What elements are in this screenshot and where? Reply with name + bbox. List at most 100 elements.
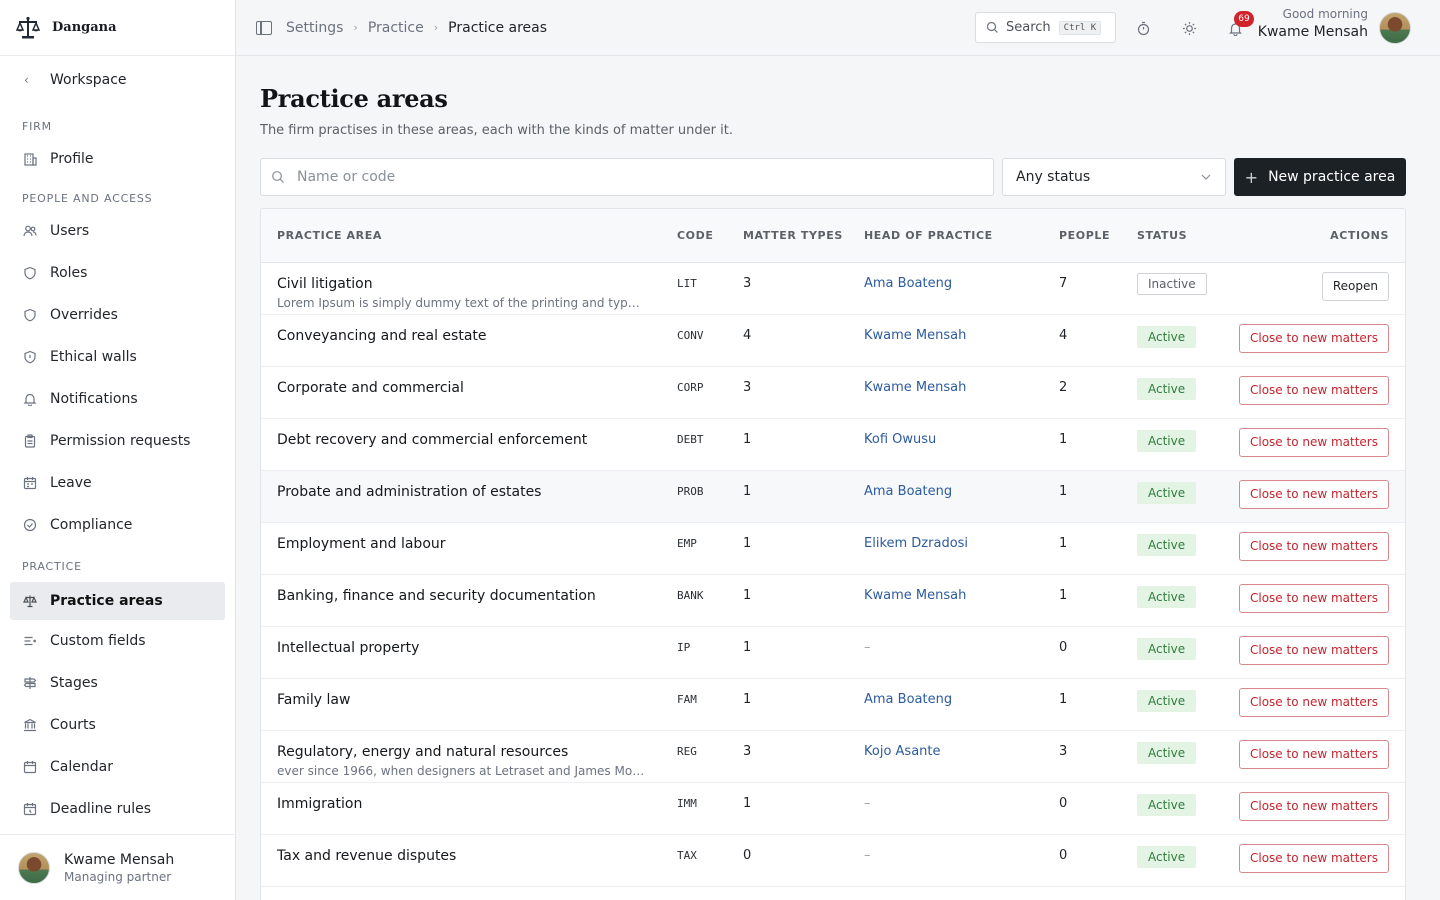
head-of-practice-link[interactable]: Kwame Mensah xyxy=(864,328,966,343)
cell-code: BANK xyxy=(677,574,743,627)
sidebar-item-ethical-walls[interactable]: Ethical walls xyxy=(10,336,225,378)
table-row[interactable]: Immigration IMM 1– 0 Active Close to new matt… xyxy=(261,782,1405,835)
table-body: Civil litigation Lorem Ipsum is simply du… xyxy=(261,262,1405,887)
sidebar-item-profile[interactable]: Profile xyxy=(10,138,225,180)
brand[interactable]: Dangana xyxy=(0,0,235,56)
sidebar-item-notifications[interactable]: Notifications xyxy=(10,378,225,420)
close-to-new-matters-button[interactable]: Close to new matters xyxy=(1238,531,1389,561)
status-badge: Active xyxy=(1137,845,1197,868)
status-filter-select[interactable]: Any status xyxy=(1002,158,1226,196)
table-row[interactable]: Tax and revenue disputes TAX 0–0 Active Clos… xyxy=(261,834,1405,887)
sidebar-item-users[interactable]: Users xyxy=(10,210,225,252)
table-row[interactable]: Banking, finance and security documentat… xyxy=(261,574,1405,627)
cell-matter-types: 1 xyxy=(743,678,864,731)
sidebar-item-deadline-rules[interactable]: Deadline rules xyxy=(10,788,225,830)
column-header-matter-types[interactable]: MATTER TYPES xyxy=(743,209,864,263)
close-to-new-matters-button[interactable]: Close to new matters xyxy=(1238,479,1389,509)
column-header-practice-area[interactable]: PRACTICE AREA xyxy=(261,209,677,263)
breadcrumb-settings[interactable]: Settings xyxy=(286,20,343,36)
table-row[interactable]: Employment and labour EMP 1 Elikem Dzradosi… xyxy=(261,522,1405,575)
cell-status: Inactive xyxy=(1137,262,1237,315)
timer-icon[interactable] xyxy=(1134,19,1152,37)
sidebar-item-label: Permission requests xyxy=(50,433,191,449)
notifications-bell-icon[interactable]: 69 xyxy=(1226,11,1254,37)
practice-area-name[interactable]: Immigration xyxy=(277,796,677,812)
table-row[interactable]: Corporate and commercial CORP 3 Kwame Mensa… xyxy=(261,366,1405,419)
sidebar-item-stages[interactable]: Stages xyxy=(10,662,225,704)
practice-area-name[interactable]: Banking, finance and security documentat… xyxy=(277,588,677,604)
sun-icon[interactable] xyxy=(1180,19,1198,37)
practice-area-name[interactable]: Employment and labour xyxy=(277,536,677,552)
head-of-practice-link[interactable]: Elikem Dzradosi xyxy=(864,536,968,551)
table-row[interactable]: Regulatory, energy and natural resources… xyxy=(261,730,1405,783)
practice-area-name[interactable]: Family law xyxy=(277,692,677,708)
building-icon xyxy=(22,151,38,167)
global-search-button[interactable]: Search Ctrl K xyxy=(975,12,1116,43)
cell-people: 1 xyxy=(1059,418,1137,471)
status-badge: Inactive xyxy=(1137,272,1207,295)
sidebar-item-overrides[interactable]: Overrides xyxy=(10,294,225,336)
column-header-code[interactable]: CODE xyxy=(677,209,743,263)
sidebar-toggle-icon[interactable] xyxy=(256,20,272,35)
cell-practice-area: Banking, finance and security documentat… xyxy=(261,574,677,627)
cell-head-of-practice: Ama Boateng xyxy=(864,262,1059,315)
table-row[interactable]: Family law FAM 1 Ama Boateng 1 Active Close to… xyxy=(261,678,1405,731)
practice-area-name[interactable]: Tax and revenue disputes xyxy=(277,848,677,864)
sidebar-item-compliance[interactable]: Compliance xyxy=(10,504,225,546)
head-of-practice-link[interactable]: Kwame Mensah xyxy=(864,380,966,395)
practice-area-name[interactable]: Conveyancing and real estate xyxy=(277,328,677,344)
reopen-button[interactable]: Reopen xyxy=(1321,271,1389,301)
table-row[interactable]: Intellectual property IP 1– 0 Active Close to… xyxy=(261,626,1405,679)
sidebar-user-card[interactable]: Kwame Mensah Managing partner xyxy=(0,834,235,900)
column-header-status[interactable]: STATUS xyxy=(1137,209,1237,263)
table-row[interactable]: Conveyancing and real estate CONV 4 Kwame M… xyxy=(261,314,1405,367)
close-to-new-matters-button[interactable]: Close to new matters xyxy=(1238,635,1389,665)
sidebar-item-custom-fields[interactable]: Custom fields xyxy=(10,620,225,662)
cell-people: 1 xyxy=(1059,678,1137,731)
close-to-new-matters-button[interactable]: Close to new matters xyxy=(1238,427,1389,457)
practice-area-name[interactable]: Probate and administration of estates xyxy=(277,484,677,500)
head-of-practice-link[interactable]: Ama Boateng xyxy=(864,692,952,707)
cell-head-of-practice: Ama Boateng xyxy=(864,470,1059,523)
close-to-new-matters-button[interactable]: Close to new matters xyxy=(1238,323,1389,353)
empty-value: – xyxy=(864,795,871,811)
new-practice-area-button[interactable]: + New practice area xyxy=(1234,158,1406,196)
cell-practice-area: Regulatory, energy and natural resources… xyxy=(261,730,677,783)
sidebar-item-permission-requests[interactable]: Permission requests xyxy=(10,420,225,462)
table-row[interactable]: Civil litigation Lorem Ipsum is simply du… xyxy=(261,262,1405,315)
sidebar-item-courts[interactable]: Courts xyxy=(10,704,225,746)
cell-matter-types: 3 xyxy=(743,366,864,419)
practice-area-name[interactable]: Intellectual property xyxy=(277,640,677,656)
sidebar-item-calendar[interactable]: Calendar xyxy=(10,746,225,788)
status-badge: Active xyxy=(1137,793,1197,816)
back-to-workspace-link[interactable]: ‹ Workspace xyxy=(0,56,235,104)
practice-area-name[interactable]: Debt recovery and commercial enforcement xyxy=(277,432,677,448)
head-of-practice-link[interactable]: Ama Boateng xyxy=(864,484,952,499)
cell-matter-types: 1 xyxy=(743,522,864,575)
check-circle-icon xyxy=(22,517,38,533)
head-of-practice-link[interactable]: Ama Boateng xyxy=(864,276,952,291)
sidebar-item-practice-areas[interactable]: Practice areas xyxy=(10,582,225,620)
search-input[interactable] xyxy=(297,169,957,185)
head-of-practice-link[interactable]: Kojo Asante xyxy=(864,744,941,759)
practice-area-name[interactable]: Corporate and commercial xyxy=(277,380,677,396)
table-row[interactable]: Debt recovery and commercial enforcement… xyxy=(261,418,1405,471)
close-to-new-matters-button[interactable]: Close to new matters xyxy=(1238,791,1389,821)
sidebar-item-leave[interactable]: Leave xyxy=(10,462,225,504)
head-of-practice-link[interactable]: Kofi Owusu xyxy=(864,432,936,447)
breadcrumb-practice[interactable]: Practice xyxy=(368,20,424,36)
close-to-new-matters-button[interactable]: Close to new matters xyxy=(1238,375,1389,405)
avatar[interactable] xyxy=(1379,12,1411,44)
search-shortcut: Ctrl K xyxy=(1058,20,1102,35)
close-to-new-matters-button[interactable]: Close to new matters xyxy=(1238,687,1389,717)
close-to-new-matters-button[interactable]: Close to new matters xyxy=(1238,843,1389,873)
head-of-practice-link[interactable]: Kwame Mensah xyxy=(864,588,966,603)
practice-area-name[interactable]: Civil litigation xyxy=(277,276,677,292)
column-header-people[interactable]: PEOPLE xyxy=(1059,209,1137,263)
close-to-new-matters-button[interactable]: Close to new matters xyxy=(1238,583,1389,613)
column-header-head-of-practice[interactable]: HEAD OF PRACTICE xyxy=(864,209,1059,263)
practice-area-name[interactable]: Regulatory, energy and natural resources xyxy=(277,744,677,760)
close-to-new-matters-button[interactable]: Close to new matters xyxy=(1238,739,1389,769)
table-row[interactable]: Probate and administration of estates PRO… xyxy=(261,470,1405,523)
sidebar-item-roles[interactable]: Roles xyxy=(10,252,225,294)
